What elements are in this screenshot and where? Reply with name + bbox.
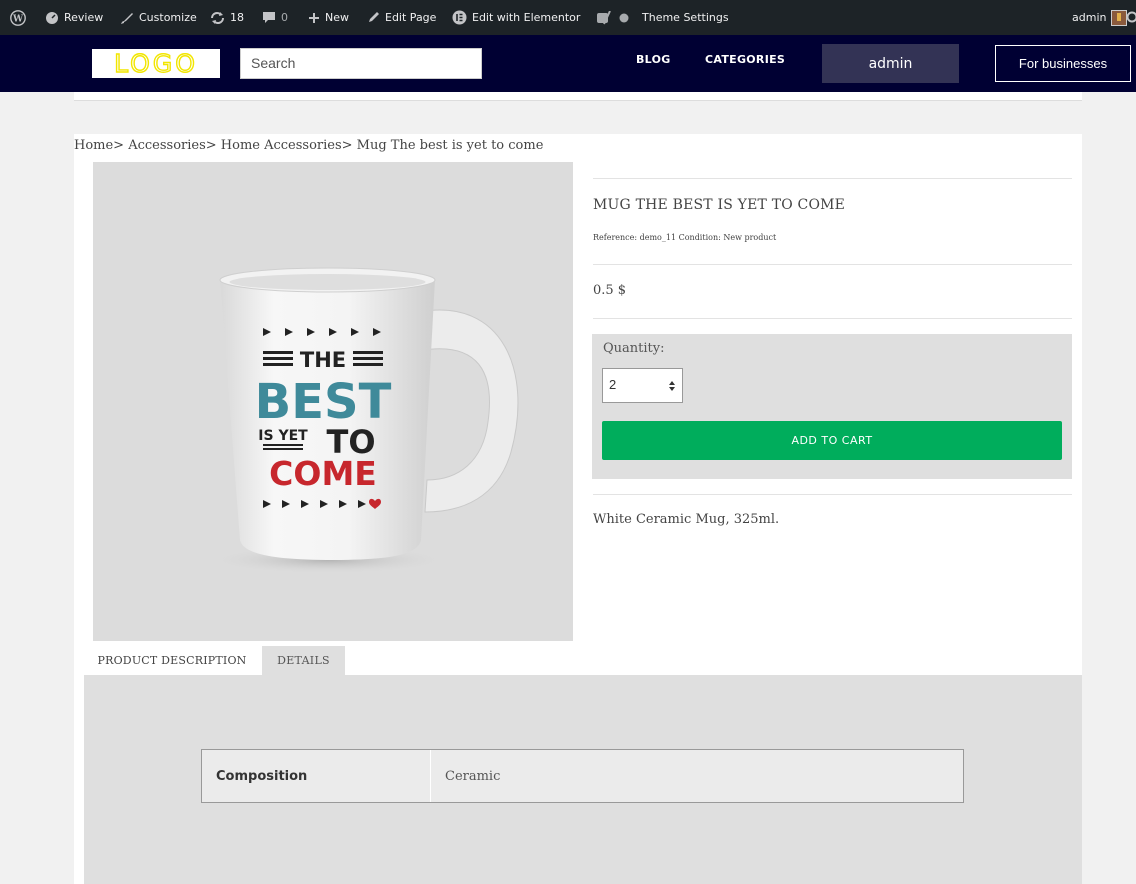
add-to-cart-panel: Quantity: 2 ADD TO CART bbox=[592, 334, 1072, 479]
elementor-icon bbox=[452, 10, 467, 25]
status-dot-icon bbox=[619, 0, 629, 35]
add-to-cart-button[interactable]: ADD TO CART bbox=[602, 421, 1062, 460]
product-reference: Reference: demo_11 Condition: New produc… bbox=[593, 233, 777, 242]
quantity-label: Quantity: bbox=[603, 341, 665, 356]
product-price: 0.5 $ bbox=[593, 283, 627, 298]
brush-icon bbox=[120, 11, 134, 25]
product-title: MUG THE BEST IS YET TO COME bbox=[593, 197, 846, 213]
site-logo[interactable]: LOGO bbox=[92, 49, 220, 78]
updates-count: 18 bbox=[230, 11, 244, 24]
wordpress-logo-icon[interactable]: W bbox=[10, 0, 26, 35]
divider bbox=[593, 318, 1072, 319]
dashboard-icon bbox=[45, 11, 59, 25]
site-header: LOGO Search BLOG CATEGORIES admin For bu… bbox=[0, 35, 1136, 92]
mug-text-best: BEST bbox=[255, 374, 392, 430]
product-short-description: White Ceramic Mug, 325ml. bbox=[593, 512, 780, 527]
logo-text: LOGO bbox=[113, 49, 198, 78]
site-review-link[interactable]: Review bbox=[45, 0, 103, 35]
breadcrumb: Home> Accessories> Home Accessories> Mug… bbox=[74, 138, 544, 153]
user-name: admin bbox=[1072, 11, 1107, 24]
review-label: Review bbox=[64, 11, 104, 24]
quantity-value: 2 bbox=[609, 377, 617, 392]
search-icon[interactable] bbox=[1126, 0, 1136, 35]
details-table: Composition Ceramic bbox=[201, 749, 964, 803]
edit-elementor-link[interactable]: Edit with Elementor bbox=[452, 0, 580, 35]
customize-label: Customize bbox=[139, 11, 197, 24]
comments-count: 0 bbox=[281, 11, 288, 24]
header-divider bbox=[74, 92, 1082, 101]
detail-value: Ceramic bbox=[445, 769, 501, 784]
theme-settings-label: Theme Settings bbox=[642, 11, 729, 24]
customize-link[interactable]: Customize bbox=[120, 0, 197, 35]
new-content-link[interactable]: New bbox=[308, 0, 349, 35]
detail-key: Composition bbox=[202, 750, 431, 802]
my-account-link[interactable]: admin bbox=[1072, 0, 1128, 35]
plus-icon bbox=[308, 12, 320, 24]
edit-page-link[interactable]: Edit Page bbox=[367, 0, 436, 35]
admin-button[interactable]: admin bbox=[822, 44, 959, 83]
mug-text-the: THE bbox=[300, 348, 346, 372]
for-businesses-button[interactable]: For businesses bbox=[995, 45, 1131, 82]
divider bbox=[593, 178, 1072, 179]
theme-settings-link[interactable]: Theme Settings bbox=[642, 0, 729, 35]
edit-page-label: Edit Page bbox=[385, 11, 437, 24]
mug-text-come: COME bbox=[269, 454, 377, 493]
spinner-arrows-icon[interactable] bbox=[667, 379, 677, 393]
wp-admin-bar: W Review Customize 18 0 New Edit Page Ed… bbox=[0, 0, 1136, 35]
quantity-stepper[interactable]: 2 bbox=[602, 368, 683, 403]
nav-categories[interactable]: CATEGORIES bbox=[705, 53, 785, 66]
updates-link[interactable]: 18 bbox=[210, 0, 244, 35]
tab-product-description[interactable]: PRODUCT DESCRIPTION bbox=[84, 646, 260, 675]
divider bbox=[593, 494, 1072, 495]
new-label: New bbox=[325, 11, 349, 24]
mug-text-is-yet: IS YET bbox=[258, 428, 308, 444]
comments-link[interactable]: 0 bbox=[262, 0, 288, 35]
mug-illustration: THE BEST IS YET TO COME bbox=[208, 267, 519, 574]
edit-elementor-label: Edit with Elementor bbox=[472, 11, 581, 24]
search-input[interactable]: Search bbox=[240, 48, 482, 79]
pencil-icon bbox=[367, 11, 380, 24]
svg-text:W: W bbox=[12, 14, 24, 24]
divider bbox=[593, 264, 1072, 265]
comment-icon bbox=[262, 11, 276, 24]
product-image[interactable]: THE BEST IS YET TO COME bbox=[93, 162, 573, 641]
yoast-icon[interactable] bbox=[596, 0, 612, 35]
nav-blog[interactable]: BLOG bbox=[636, 53, 671, 66]
tab-details[interactable]: DETAILS bbox=[262, 646, 345, 675]
updates-icon bbox=[210, 11, 225, 25]
